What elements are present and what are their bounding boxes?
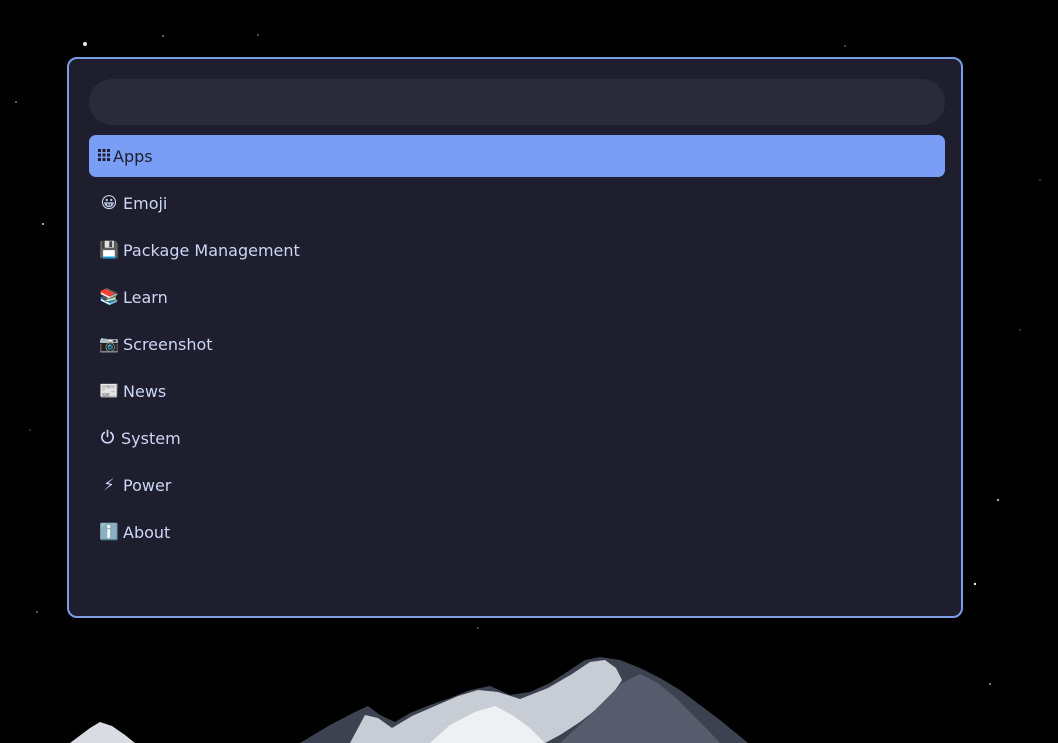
menu-item-news[interactable]: 📰 News (89, 370, 945, 412)
desktop: Apps 😀 Emoji 💾 Package Management 📚 Lear… (0, 0, 1058, 743)
menu-item-learn[interactable]: 📚 Learn (89, 276, 945, 318)
menu-item-apps[interactable]: Apps (89, 135, 945, 177)
menu-item-label: Power (123, 475, 172, 495)
menu-item-system[interactable]: System (89, 417, 945, 459)
menu-item-screenshot[interactable]: 📷 Screenshot (89, 323, 945, 365)
lightning-icon: ⚡ (103, 475, 115, 494)
power-symbol-icon (99, 429, 115, 447)
menu-item-label: News (123, 381, 167, 401)
search-input[interactable] (89, 79, 945, 125)
menu-item-label: Learn (123, 287, 168, 307)
menu-item-power[interactable]: ⚡ Power (89, 464, 945, 506)
newspaper-icon: 📰 (99, 381, 119, 400)
camera-icon: 📷 (99, 334, 119, 353)
menu-item-label: Package Management (123, 240, 300, 260)
menu-item-emoji[interactable]: 😀 Emoji (89, 182, 945, 224)
menu-item-package-management[interactable]: 💾 Package Management (89, 229, 945, 271)
menu-item-label: Emoji (123, 193, 168, 213)
menu-item-about[interactable]: ℹ️ About (89, 511, 945, 553)
menu-item-label: Screenshot (123, 334, 213, 354)
grinning-face-icon: 😀 (100, 193, 118, 212)
books-icon: 📚 (99, 287, 119, 306)
info-icon: ℹ️ (99, 522, 119, 541)
floppy-disk-icon: 💾 (99, 240, 119, 259)
menu-item-label: System (121, 428, 181, 448)
apps-grid-icon (98, 148, 110, 164)
menu-item-label: About (123, 522, 171, 542)
launcher-menu: Apps 😀 Emoji 💾 Package Management 📚 Lear… (89, 135, 945, 558)
launcher-window: Apps 😀 Emoji 💾 Package Management 📚 Lear… (67, 57, 963, 618)
menu-item-label: Apps (113, 146, 153, 166)
